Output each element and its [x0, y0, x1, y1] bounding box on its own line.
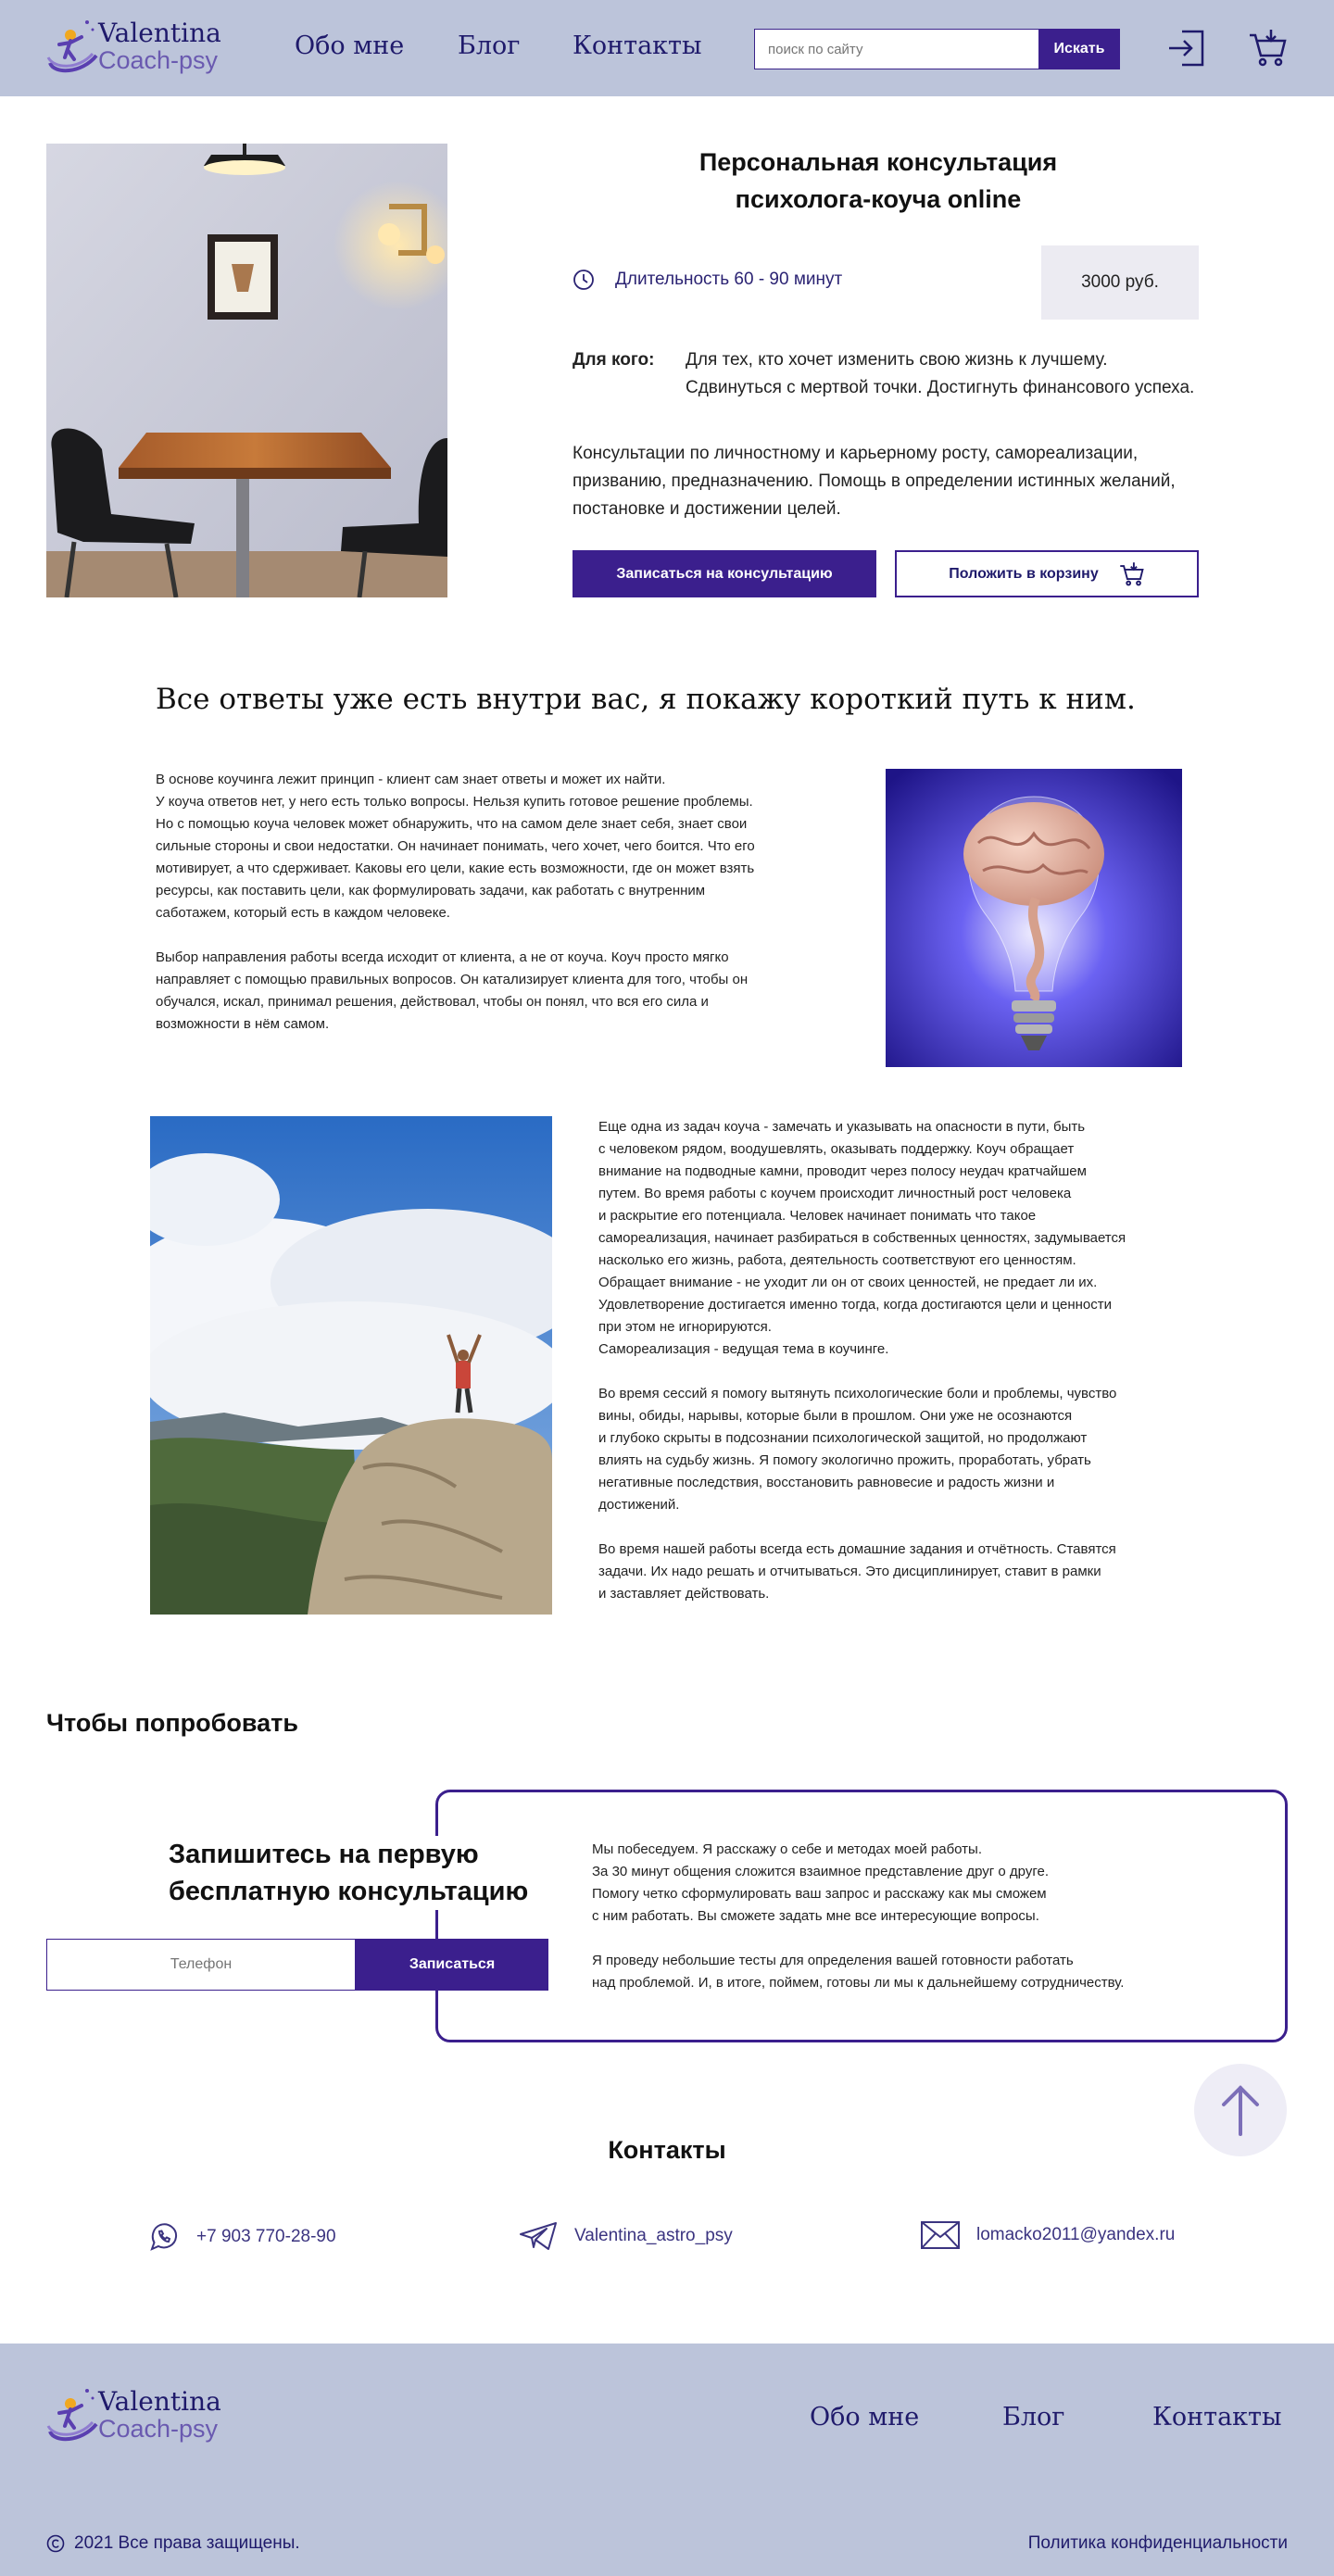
copyright-icon — [46, 2534, 65, 2553]
trial-form: Записаться — [46, 1939, 548, 1991]
trial-text-2: Я проведу небольшие тесты для определени… — [592, 1953, 1125, 1991]
clock-icon — [573, 269, 595, 291]
contact-telegram[interactable]: Valentina_astro_psy — [519, 2221, 733, 2251]
about-heading: Все ответы уже есть внутри вас, я покажу… — [156, 683, 1136, 716]
contacts-title: Контакты — [608, 2136, 726, 2164]
brain-bulb-image — [886, 769, 1182, 1067]
whatsapp-icon — [148, 2221, 180, 2253]
site-footer: Valentina Coach-psy Обо мне Блог Контакт… — [0, 2344, 1334, 2576]
about-paragraph-1: В основе коучинга лежит принцип - клиент… — [156, 772, 755, 921]
logo-icon — [44, 17, 104, 76]
brand-logo[interactable]: Valentina Coach-psy — [44, 17, 221, 76]
login-icon[interactable] — [1160, 22, 1212, 74]
contact-email[interactable]: lomacko2011@yandex.ru — [921, 2221, 1175, 2249]
footer-nav-about[interactable]: Обо мне — [810, 2403, 919, 2431]
trial-card: Мы побеседуем. Я расскажу о себе и метод… — [435, 1790, 1288, 2042]
price-badge: 3000 руб. — [1041, 245, 1199, 320]
for-whom-label: Для кого: — [573, 350, 655, 370]
telegram-icon — [519, 2221, 558, 2251]
about-paragraph-2: Выбор направления работы всегда исходит … — [156, 949, 749, 1032]
search-input[interactable] — [754, 29, 1038, 69]
footer-nav-blog[interactable]: Блог — [1002, 2403, 1064, 2431]
footer-nav-contacts[interactable]: Контакты — [1152, 2403, 1281, 2431]
contact-phone-text: +7 903 770-28-90 — [196, 2227, 336, 2246]
contact-telegram-text: Valentina_astro_psy — [574, 2226, 733, 2245]
add-to-cart-button[interactable]: Положить в корзину — [895, 550, 1199, 597]
site-header: Valentina Coach-psy Обо мне Блог Контакт… — [0, 0, 1334, 96]
cart-small-icon — [1119, 561, 1145, 587]
about-paragraph-5: Во время нашей работы всегда есть домашн… — [598, 1541, 1116, 1602]
contact-phone[interactable]: +7 903 770-28-90 — [148, 2221, 336, 2253]
for-whom-text: Для тех, кто хочет изменить свою жизнь к… — [686, 350, 1195, 397]
trial-heading-line1: Запишитесь на первую — [169, 1840, 479, 1869]
brand-name: Valentina — [98, 17, 221, 48]
duration-text: Длительность 60 - 90 минут — [615, 270, 843, 289]
trial-text-1: Мы побеседуем. Я расскажу о себе и метод… — [592, 1841, 1050, 1924]
trial-submit-button[interactable]: Записаться — [356, 1939, 548, 1991]
trial-heading: Запишитесь на первую бесплатную консульт… — [169, 1836, 558, 1910]
contact-email-text: lomacko2011@yandex.ru — [976, 2225, 1176, 2244]
trial-section-title: Чтобы попробовать — [46, 1709, 298, 1737]
mountain-climber-image — [150, 1116, 552, 1615]
nav-blog[interactable]: Блог — [458, 31, 520, 60]
search-button[interactable]: Искать — [1038, 29, 1120, 69]
copyright-text: 2021 Все права защищены. — [74, 2533, 300, 2553]
arrow-up-icon — [1218, 2082, 1263, 2138]
phone-input[interactable] — [46, 1939, 356, 1991]
duration-row: Длительность 60 - 90 минут — [573, 269, 842, 291]
copyright: 2021 Все права защищены. — [46, 2533, 300, 2554]
product-title: Персональная консультация психолога-коуч… — [573, 144, 1184, 218]
brand-subname: Coach-psy — [98, 45, 219, 74]
footer-brand-name: Valentina — [98, 2385, 221, 2417]
book-consultation-button[interactable]: Записаться на консультацию — [573, 550, 876, 597]
about-paragraph-3: Еще одна из задач коуча - замечать и ука… — [598, 1119, 1126, 1357]
cafe-table-image — [46, 144, 447, 597]
privacy-policy-link[interactable]: Политика конфиденциальности — [1028, 2533, 1288, 2554]
about-paragraph-4: Во время сессий я помогу вытянуть психол… — [598, 1386, 1117, 1513]
nav-about[interactable]: Обо мне — [295, 31, 404, 60]
product-title-line2: психолога-коуча online — [735, 185, 1022, 213]
trial-heading-line2: бесплатную консультацию — [169, 1877, 529, 1906]
logo-icon — [44, 2385, 104, 2444]
cart-icon[interactable] — [1242, 22, 1294, 74]
product-title-line1: Персональная консультация — [698, 148, 1058, 176]
mail-icon — [921, 2221, 960, 2249]
add-to-cart-label: Положить в корзину — [949, 565, 1099, 582]
nav-contacts[interactable]: Контакты — [573, 31, 701, 60]
footer-brand-subname: Coach-psy — [98, 2414, 219, 2443]
product-description: Консультации по личностному и карьерному… — [573, 444, 1176, 519]
footer-logo[interactable]: Valentina Coach-psy — [44, 2385, 221, 2444]
search-form: Искать — [754, 29, 1120, 69]
